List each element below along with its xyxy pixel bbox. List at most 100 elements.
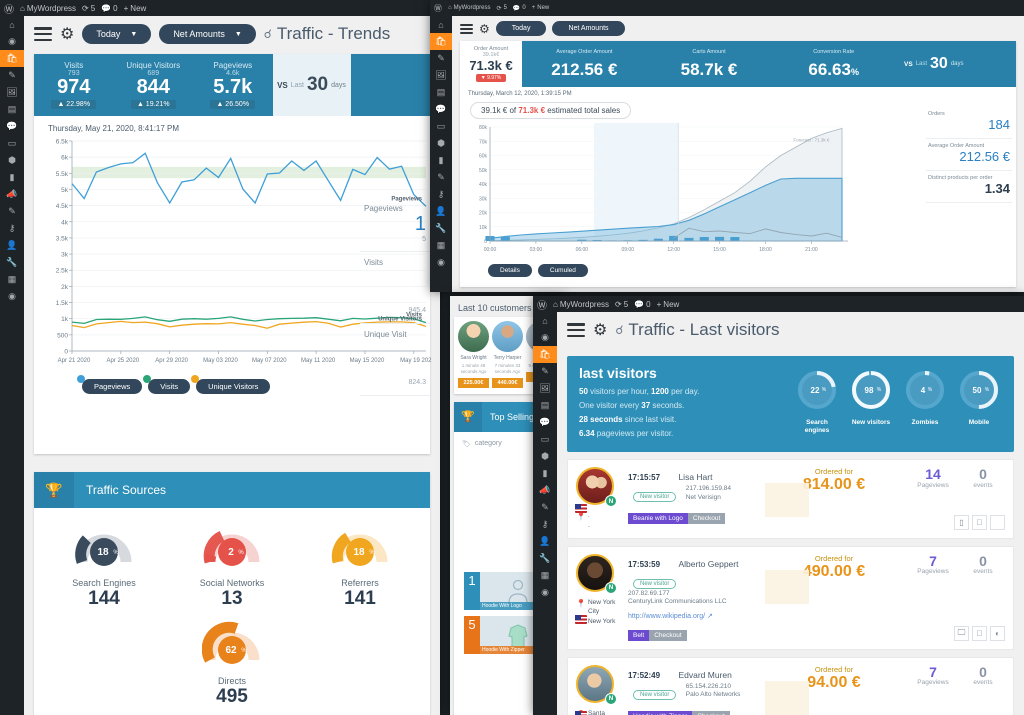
sidebar-item-appearance[interactable]: ✎: [0, 203, 24, 220]
wordpress-logo-icon[interactable]: Ⓦ: [537, 297, 547, 312]
sidebar-item-users[interactable]: 👤: [430, 203, 452, 220]
sidebar-item-woocommerce[interactable]: 🛍: [430, 33, 452, 50]
admin-bar-new[interactable]: + New: [657, 300, 680, 309]
admin-bar-new[interactable]: + New: [124, 4, 147, 13]
sidebar-item-users[interactable]: 👤: [533, 533, 557, 550]
window-last-visitors[interactable]: Ⓦ ⌂ MyWordpress ⟳ 5 💬 0 + New ⌂ ◉ 🛍 ✎ 🖼 …: [533, 296, 1024, 715]
product-tag[interactable]: Belt: [628, 629, 650, 641]
window-sales-dashboard[interactable]: Ⓦ ⌂ MyWordpress ⟳ 5 💬 0 + New ⌂ 🛍 ✎ 🖼 ▤ …: [430, 0, 1024, 292]
sidebar-item-dashboard[interactable]: ⌂: [0, 16, 24, 33]
sidebar-item-comments[interactable]: 💬: [430, 101, 452, 118]
menu-toggle-button[interactable]: [460, 23, 473, 34]
gear-icon[interactable]: ⚙: [60, 24, 74, 44]
sidebar-item-updates[interactable]: ◉: [533, 329, 557, 346]
sidebar-item-settings[interactable]: ▦: [430, 237, 452, 254]
sidebar-item-media[interactable]: 🖼: [533, 380, 557, 397]
sidebar-item-tools[interactable]: 🔧: [0, 254, 24, 271]
sidebar-item-comments[interactable]: 💬: [533, 414, 557, 431]
sidebar-item-analytics[interactable]: ▮: [533, 465, 557, 482]
sidebar-item-pages[interactable]: ▤: [0, 101, 24, 118]
customer-item[interactable]: Sara Wright 1 minute 48 seconds Ago 225.…: [458, 321, 489, 388]
sidebar-item-seo[interactable]: ▭: [0, 135, 24, 152]
sidebar-item-users[interactable]: 👤: [0, 237, 24, 254]
sidebar-item-products[interactable]: ⬢: [533, 448, 557, 465]
visitor-name[interactable]: Edvard Muren: [678, 670, 731, 680]
visitor-name[interactable]: Alberto Geppert: [678, 559, 738, 569]
sidebar-item-tools[interactable]: 🔧: [533, 550, 557, 567]
sidebar-item-marketing[interactable]: 📣: [533, 482, 557, 499]
product-tag[interactable]: Beanie with Logo: [628, 513, 688, 524]
admin-bar[interactable]: Ⓦ ⌂ MyWordpress ⟳ 5 💬 0 + New: [533, 296, 1024, 312]
admin-bar-site[interactable]: ⌂ MyWordpress: [448, 5, 491, 11]
details-button[interactable]: Details: [488, 264, 532, 277]
table-row[interactable]: N 📍 Santa ClaraCalifornia 17:52:49 Edvar…: [567, 656, 1014, 715]
table-row[interactable]: N 📍 .. 17:15:57 Lisa Hart New visitor 21…: [567, 459, 1014, 539]
wp-admin-sidebar[interactable]: ⌂ 🛍 ✎ 🖼 ▤ 💬 ▭ ⬢ ▮ ✎ ⚷ 👤 🔧 ▦ ◉: [430, 16, 452, 292]
sidebar-item-posts[interactable]: ✎: [430, 50, 452, 67]
sidebar-item-posts[interactable]: ✎: [0, 67, 24, 84]
wordpress-logo-icon[interactable]: Ⓦ: [4, 1, 14, 16]
sidebar-item-seo[interactable]: ▭: [533, 431, 557, 448]
legend-visits[interactable]: Visits: [143, 375, 191, 394]
sidebar-item-seo[interactable]: ▭: [430, 118, 452, 135]
step-tag[interactable]: Checkout: [687, 513, 726, 524]
sidebar-item-analytics[interactable]: ▮: [0, 169, 24, 186]
sidebar-item-dashboard[interactable]: ⌂: [430, 16, 452, 33]
product-tag[interactable]: Hoodie with Zipper: [628, 710, 693, 715]
wordpress-logo-icon[interactable]: Ⓦ: [434, 3, 442, 14]
admin-bar-comments[interactable]: 💬 0: [634, 300, 650, 309]
period-selector[interactable]: Today: [495, 21, 547, 36]
cumuled-button[interactable]: Cumuled: [537, 264, 588, 277]
sidebar-item-collapse[interactable]: ◉: [0, 288, 24, 305]
sidebar-item-products[interactable]: ⬢: [0, 152, 24, 169]
sidebar-item-woocommerce[interactable]: 🛍: [533, 346, 557, 363]
gear-icon[interactable]: ⚙: [479, 22, 490, 36]
visitor-name[interactable]: Lisa Hart: [678, 472, 712, 482]
menu-toggle-button[interactable]: [34, 27, 52, 41]
sidebar-item-plugins[interactable]: ⚷: [0, 220, 24, 237]
sidebar-item-appearance[interactable]: ✎: [533, 499, 557, 516]
menu-toggle-button[interactable]: [567, 323, 585, 337]
period-selector[interactable]: Today ▼: [82, 24, 152, 44]
wp-admin-sidebar[interactable]: ⌂ ◉ 🛍 ✎ 🖼 ▤ 💬 ▭ ⬢ ▮ 📣 ✎ ⚷ 👤 🔧 ▦ ◉: [0, 16, 24, 715]
admin-bar-site[interactable]: ⌂ MyWordpress: [553, 300, 609, 309]
sidebar-item-woocommerce[interactable]: 🛍: [0, 50, 24, 67]
sidebar-item-analytics[interactable]: ▮: [430, 152, 452, 169]
table-row[interactable]: N 📍 New York City New York 17:53:59 Alber…: [567, 545, 1014, 650]
sidebar-item-settings[interactable]: ▦: [533, 567, 557, 584]
admin-bar-comments[interactable]: 💬 0: [513, 5, 526, 12]
referrer-url[interactable]: http://www.wikipedia.org/ ↗: [628, 612, 759, 620]
amounts-selector[interactable]: Net Amounts ▼: [159, 24, 256, 44]
sidebar-item-dashboard[interactable]: ⌂: [533, 312, 557, 329]
sidebar-item-pages[interactable]: ▤: [430, 84, 452, 101]
sidebar-item-products[interactable]: ⬢: [430, 135, 452, 152]
sidebar-item-posts[interactable]: ✎: [533, 363, 557, 380]
sidebar-item-media[interactable]: 🖼: [0, 84, 24, 101]
sidebar-item-updates[interactable]: ◉: [0, 33, 24, 50]
admin-bar-comments[interactable]: 💬 0: [101, 4, 117, 13]
sidebar-item-appearance[interactable]: ✎: [430, 169, 452, 186]
admin-bar-updates[interactable]: ⟳ 5: [82, 4, 95, 13]
window-traffic-trends[interactable]: Ⓦ ⌂ MyWordpress ⟳ 5 💬 0 + New ⌂ ◉ 🛍 ✎ 🖼 …: [0, 0, 440, 715]
admin-bar-new[interactable]: + New: [532, 5, 550, 11]
sidebar-item-media[interactable]: 🖼: [430, 67, 452, 84]
admin-bar[interactable]: Ⓦ ⌂ MyWordpress ⟳ 5 💬 0 + New: [430, 0, 1024, 16]
admin-bar-site[interactable]: ⌂ MyWordpress: [20, 4, 76, 13]
sidebar-item-comments[interactable]: 💬: [0, 118, 24, 135]
sidebar-item-collapse[interactable]: ◉: [430, 254, 452, 271]
amounts-selector[interactable]: Net Amounts: [552, 21, 625, 36]
sidebar-item-plugins[interactable]: ⚷: [533, 516, 557, 533]
sidebar-item-settings[interactable]: ▦: [0, 271, 24, 288]
step-tag[interactable]: Checkout: [649, 629, 687, 641]
admin-bar-updates[interactable]: ⟳ 5: [497, 5, 507, 12]
sidebar-item-collapse[interactable]: ◉: [533, 584, 557, 601]
legend-pageviews[interactable]: Pageviews: [77, 375, 143, 394]
admin-bar[interactable]: Ⓦ ⌂ MyWordpress ⟳ 5 💬 0 + New: [0, 0, 440, 16]
sidebar-item-marketing[interactable]: 📣: [0, 186, 24, 203]
wp-admin-sidebar[interactable]: ⌂ ◉ 🛍 ✎ 🖼 ▤ 💬 ▭ ⬢ ▮ 📣 ✎ ⚷ 👤 🔧 ▦ ◉: [533, 312, 557, 715]
sidebar-item-pages[interactable]: ▤: [533, 397, 557, 414]
admin-bar-updates[interactable]: ⟳ 5: [615, 300, 628, 309]
step-tag[interactable]: Checkout: [692, 710, 730, 715]
sidebar-item-tools[interactable]: 🔧: [430, 220, 452, 237]
sidebar-item-plugins[interactable]: ⚷: [430, 186, 452, 203]
